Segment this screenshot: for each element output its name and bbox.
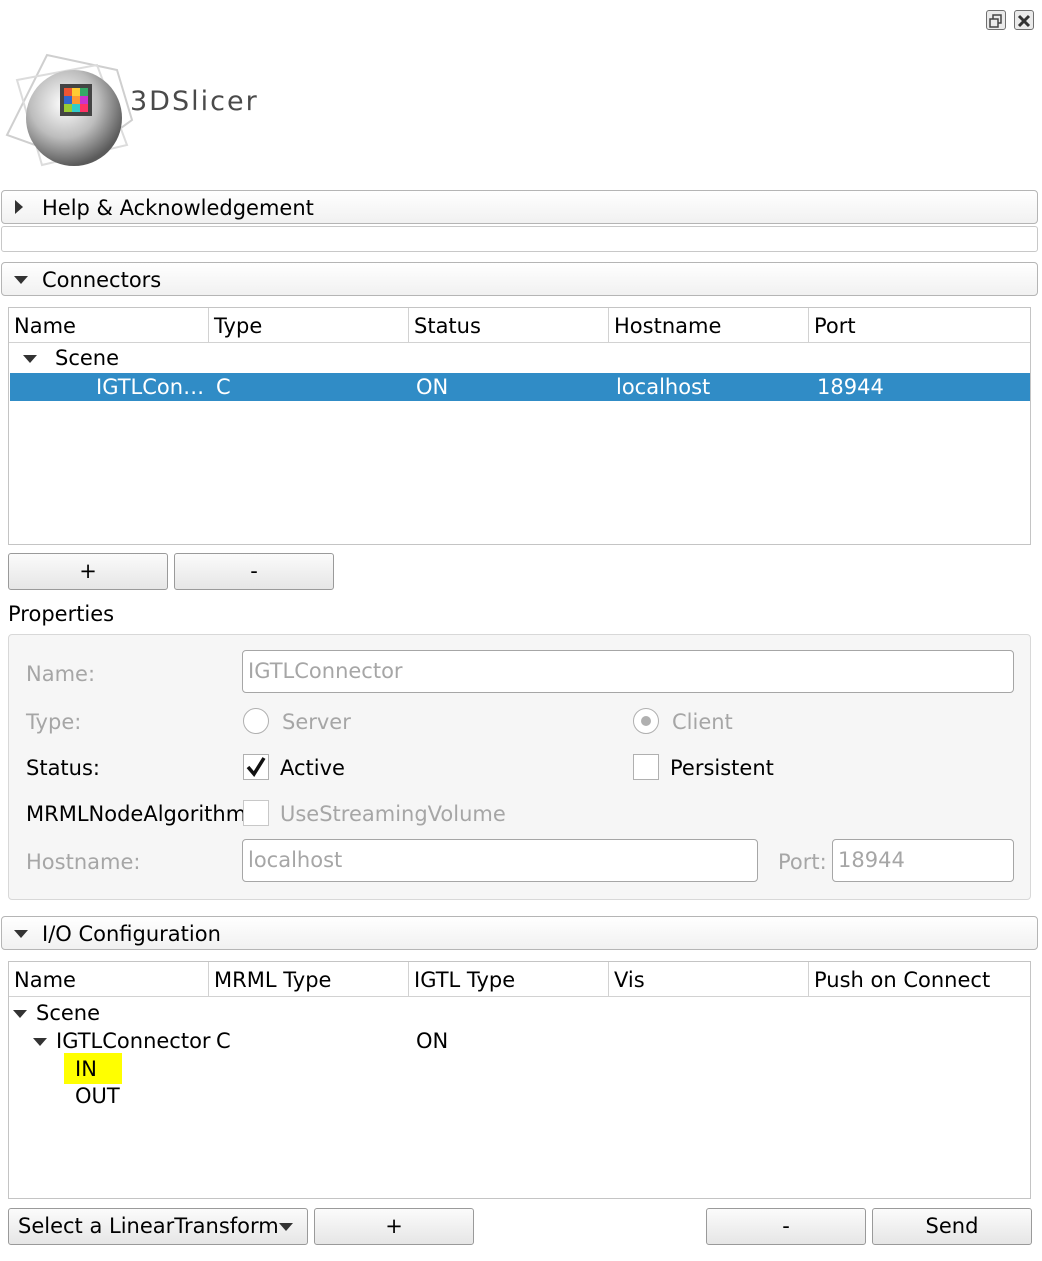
close-icon[interactable] (1014, 10, 1034, 30)
row-port: 18944 (817, 375, 884, 399)
io-section-title: I/O Configuration (42, 922, 221, 946)
out-label: OUT (75, 1084, 120, 1108)
column-header-name[interactable]: Name (9, 308, 209, 342)
column-header-name[interactable]: Name (9, 962, 209, 996)
streaming-checkbox[interactable] (243, 800, 269, 826)
header-divider (9, 342, 1030, 343)
column-header-port[interactable]: Port (809, 308, 1030, 342)
select-value: Select a LinearTransform (18, 1214, 279, 1238)
collapse-arrow-icon (23, 355, 37, 363)
row-hostname: localhost (616, 375, 711, 399)
column-header-status[interactable]: Status (409, 308, 609, 342)
server-radio[interactable] (243, 708, 269, 734)
hostname-label: Hostname: (26, 850, 141, 874)
help-section-title: Help & Acknowledgement (42, 196, 314, 220)
algorithm-label: MRMLNodeAlgorithm: (26, 802, 254, 826)
tree-row-out[interactable]: OUT (64, 1084, 184, 1112)
column-header-mrml-type[interactable]: MRML Type (209, 962, 409, 996)
collapse-arrow-icon (14, 930, 28, 938)
row-name: IGTLCon… (96, 375, 205, 399)
in-label: IN (75, 1057, 97, 1081)
connectors-table[interactable]: Name Type Status Hostname Port Scene IGT… (8, 307, 1031, 545)
row-type: C (216, 375, 231, 399)
properties-heading: Properties (8, 602, 115, 626)
scene-label: Scene (36, 1001, 101, 1025)
add-connector-button[interactable]: + (8, 553, 168, 590)
type-label: Type: (26, 710, 82, 734)
status-label: Status: (26, 756, 100, 780)
remove-connector-button[interactable]: - (174, 553, 334, 590)
connectors-section-title: Connectors (42, 268, 162, 292)
send-button[interactable]: Send (872, 1208, 1032, 1245)
float-window-icon[interactable] (986, 10, 1006, 30)
collapse-arrow-icon (14, 276, 28, 284)
client-label: Client (672, 710, 733, 734)
active-checkbox[interactable] (243, 754, 269, 780)
persistent-checkbox[interactable] (633, 754, 659, 780)
chevron-down-icon (279, 1223, 293, 1231)
port-field[interactable]: 18944 (832, 839, 1014, 882)
active-label: Active (280, 756, 345, 780)
table-row-connector[interactable]: IGTLCon… C ON localhost 18944 (10, 373, 1030, 401)
persistent-label: Persistent (670, 756, 774, 780)
scene-label: Scene (55, 346, 120, 370)
slicer-logo-icon (2, 40, 142, 180)
collapse-arrow-icon (33, 1038, 47, 1046)
collapse-arrow-icon (13, 1010, 27, 1018)
tree-row-scene[interactable]: Scene (9, 999, 1030, 1027)
connector-name: IGTLConnector (56, 1029, 211, 1053)
connector-mrml-type: C (216, 1029, 231, 1053)
row-status: ON (416, 375, 449, 399)
tree-row-in[interactable]: IN (64, 1053, 122, 1084)
column-header-type[interactable]: Type (209, 308, 409, 342)
column-header-vis[interactable]: Vis (609, 962, 809, 996)
connector-igtl-type: ON (416, 1029, 449, 1053)
client-radio[interactable] (633, 708, 659, 734)
port-label: Port: (778, 850, 827, 874)
linear-transform-select[interactable]: Select a LinearTransform (8, 1208, 308, 1245)
name-label: Name: (26, 662, 96, 686)
io-section-header[interactable]: I/O Configuration (1, 916, 1038, 950)
logo-text: 3DSlicer (130, 86, 259, 117)
tree-row-connector[interactable]: IGTLConnector C ON (9, 1027, 1030, 1055)
expand-arrow-icon (15, 200, 23, 214)
help-section-header[interactable]: Help & Acknowledgement (1, 190, 1038, 224)
tree-row-scene[interactable]: Scene (9, 344, 1030, 372)
remove-io-button[interactable]: - (706, 1208, 866, 1245)
connectors-section-header[interactable]: Connectors (1, 262, 1038, 296)
io-table[interactable]: Name MRML Type IGTL Type Vis Push on Con… (8, 961, 1031, 1199)
column-header-hostname[interactable]: Hostname (609, 308, 809, 342)
checkmark-icon (246, 757, 266, 777)
name-field[interactable]: IGTLConnector (242, 650, 1014, 693)
hostname-field[interactable]: localhost (242, 839, 758, 882)
streaming-label: UseStreamingVolume (280, 802, 506, 826)
add-io-button[interactable]: + (314, 1208, 474, 1245)
header-divider (9, 996, 1030, 997)
column-header-push-on-connect[interactable]: Push on Connect (809, 962, 1030, 996)
column-header-igtl-type[interactable]: IGTL Type (409, 962, 609, 996)
help-content-collapsed (1, 226, 1038, 252)
server-label: Server (282, 710, 351, 734)
